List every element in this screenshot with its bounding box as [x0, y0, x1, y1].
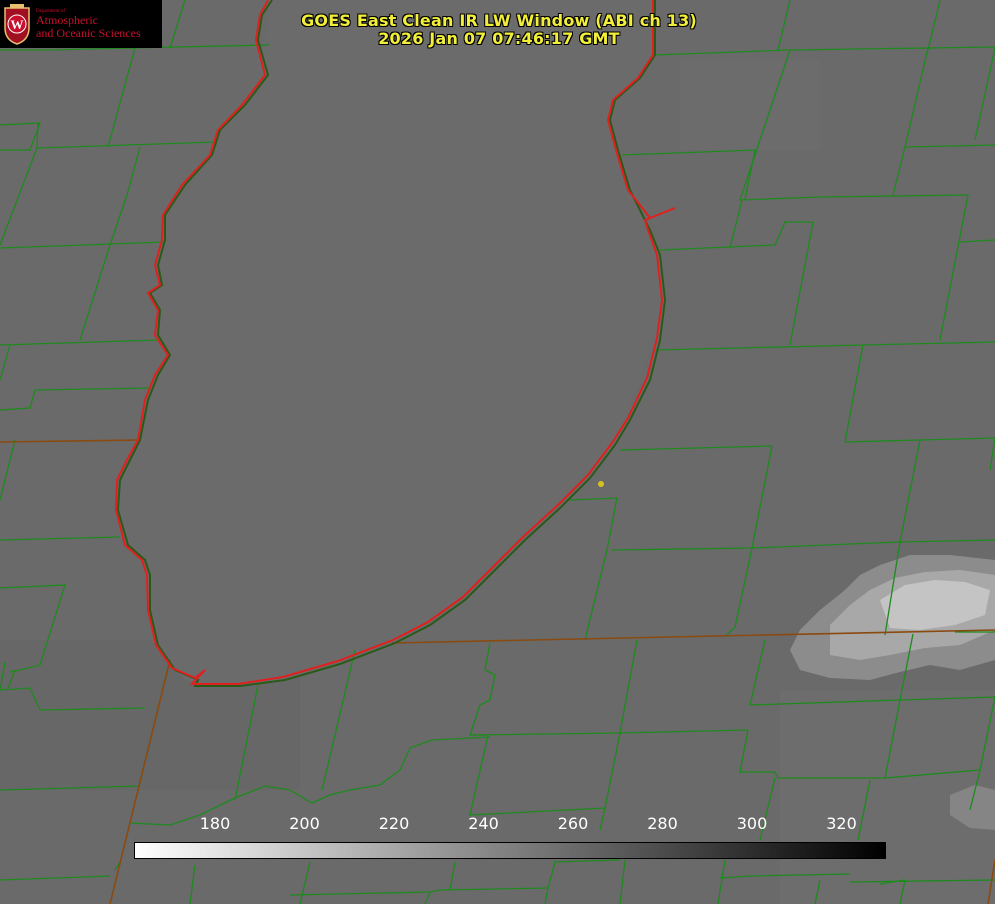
logo-line-2: and Oceanic Sciences — [36, 25, 141, 40]
colorbar — [134, 842, 886, 859]
colorbar-tick-200: 200 — [289, 814, 320, 833]
svg-text:W: W — [11, 17, 24, 32]
image-title: GOES East Clean IR LW Window (ABI ch 13)… — [300, 12, 698, 48]
uw-aos-logo: W Department of Atmospheric and Oceanic … — [0, 0, 162, 48]
title-timestamp: 2026 Jan 07 07:46:17 GMT — [378, 29, 620, 48]
uw-crest-icon: W — [2, 2, 32, 46]
colorbar-tick-240: 240 — [468, 814, 499, 833]
colorbar-tick-300: 300 — [736, 814, 768, 833]
colorbar-tick-180: 180 — [199, 814, 231, 833]
location-marker — [598, 481, 604, 487]
colorbar-tick-220: 220 — [378, 814, 410, 833]
title-line-1: GOES East Clean IR LW Window (ABI ch 13) — [301, 11, 697, 30]
colorbar-tick-260: 260 — [557, 814, 589, 833]
colorbar-tick-280: 280 — [647, 814, 678, 833]
colorbar-tick-320: 320 — [826, 814, 857, 833]
logo-line-1: Atmospheric — [36, 13, 98, 28]
colorbar-tick-labels: 180 200 220 240 260 280 300 320 — [0, 814, 995, 838]
satellite-map — [0, 0, 995, 904]
